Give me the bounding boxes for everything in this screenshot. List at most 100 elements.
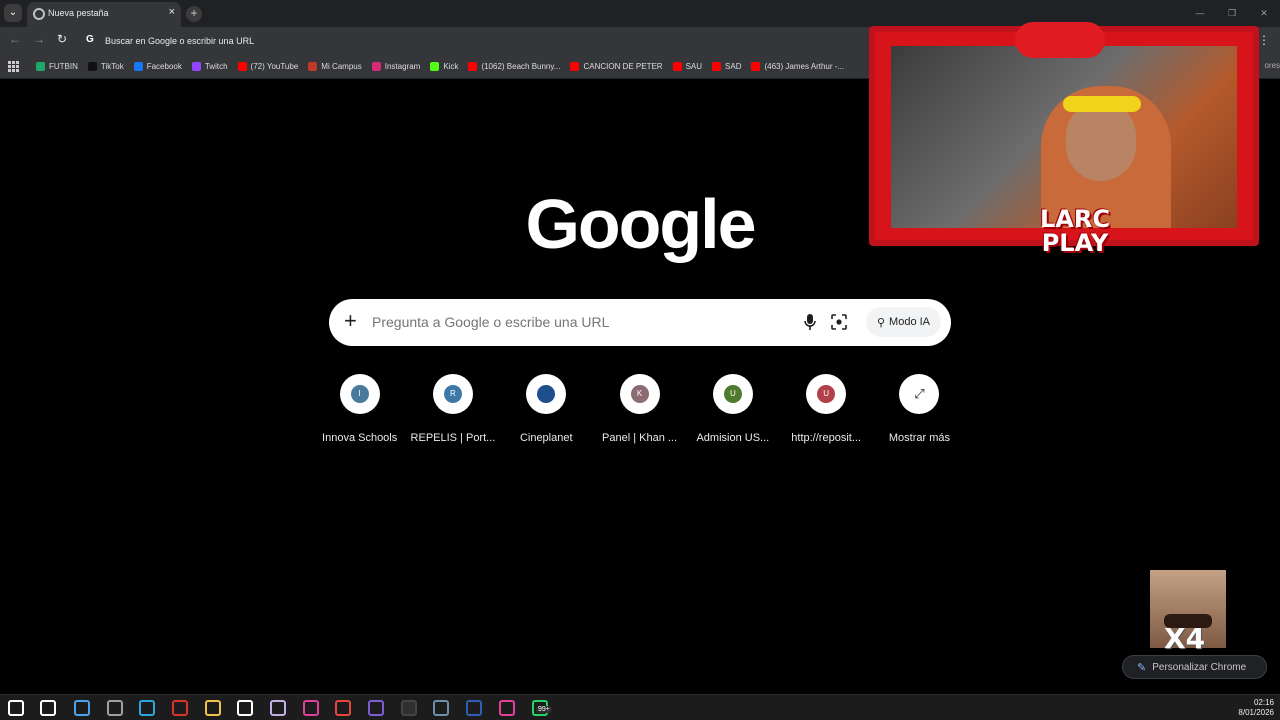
edge-icon[interactable]: [139, 700, 155, 716]
ai-mode-label: Modo IA: [889, 316, 931, 328]
search-input[interactable]: [372, 311, 792, 333]
bookmark-favicon-icon: [237, 62, 247, 71]
shortcut-favicon-icon: ⤢: [914, 386, 925, 401]
meme-overlay: X4: [1150, 570, 1226, 655]
minimize-icon[interactable]: —: [1184, 0, 1216, 27]
calculator-icon[interactable]: [433, 700, 449, 716]
omnibox[interactable]: Buscar en Google o escribir una URL: [105, 36, 254, 46]
customize-chrome-button[interactable]: ✎ Personalizar Chrome: [1122, 655, 1267, 679]
shortcut-tile[interactable]: ⤢ Mostrar más: [873, 372, 966, 444]
bookmark-list: FUTBIN TikTok Facebook Twitch (72) YouTube Mi…: [36, 62, 854, 71]
tab-title: Nueva pestaña: [48, 8, 109, 18]
shortcut-icon-circle: U: [806, 374, 847, 414]
bookmark-item[interactable]: SAD: [712, 62, 741, 71]
discord-icon[interactable]: [368, 700, 384, 716]
screen: ⌄ Nueva pestaña × + — ❐ ✕ ← → ↻ G Buscar…: [0, 0, 1280, 720]
tab-new-tab[interactable]: Nueva pestaña ×: [27, 2, 181, 27]
file-explorer-icon[interactable]: [205, 700, 221, 716]
tab-search-button[interactable]: ⌄: [4, 4, 22, 22]
bookmark-label: CANCION DE PETER: [583, 62, 663, 71]
bookmark-item[interactable]: CANCION DE PETER: [570, 62, 663, 71]
bookmark-item[interactable]: (72) YouTube: [237, 62, 298, 71]
bookmark-item[interactable]: Mi Campus: [308, 62, 362, 71]
shortcut-tile[interactable]: Cineplanet: [500, 372, 593, 444]
windows-start-icon[interactable]: [8, 700, 24, 716]
new-tab-button[interactable]: +: [186, 6, 202, 22]
word-icon[interactable]: [466, 700, 482, 716]
chrome-icon[interactable]: [335, 700, 351, 716]
clock[interactable]: 02:16 8/01/2026: [1238, 698, 1274, 718]
bookmark-label: Facebook: [146, 62, 182, 71]
shortcut-favicon-icon: [537, 385, 556, 403]
bookmark-favicon-icon: [430, 62, 440, 71]
microphone-icon[interactable]: [803, 314, 817, 330]
pink-app-icon[interactable]: [303, 700, 319, 716]
shortcut-tile[interactable]: U Admision US...: [686, 372, 779, 444]
pink-app-2-icon[interactable]: [499, 700, 515, 716]
close-window-icon[interactable]: ✕: [1248, 0, 1280, 27]
add-icon[interactable]: +: [344, 308, 357, 334]
pencil-icon: ✎: [1137, 661, 1147, 674]
christmas-bow-icon: [1015, 22, 1105, 58]
bookmark-item[interactable]: Instagram: [371, 62, 421, 71]
shortcut-tile[interactable]: Uhttp://reposit...: [779, 372, 872, 444]
search-box: + ⚲ Modo IA: [329, 299, 951, 346]
store-icon[interactable]: [74, 700, 90, 716]
bookmark-item[interactable]: TikTok: [87, 62, 124, 71]
shortcut-label: Mostrar más: [888, 432, 950, 444]
bookmark-item[interactable]: SAU: [672, 62, 703, 71]
back-icon[interactable]: ←: [9, 32, 21, 46]
webcam-overlay: LARC PLAY: [869, 22, 1259, 255]
clock-time: 02:16: [1253, 698, 1274, 707]
bookmark-favicon-icon: [87, 62, 97, 71]
window-controls: — ❐ ✕: [1184, 0, 1280, 27]
shortcut-tile[interactable]: I Innova Schools: [313, 372, 406, 444]
lens-icon[interactable]: [831, 314, 847, 330]
restore-icon[interactable]: ❐: [1216, 0, 1248, 27]
other-bookmarks[interactable]: ores: [1264, 61, 1280, 70]
reload-icon[interactable]: ↻: [57, 32, 67, 46]
bookmark-item[interactable]: (463) James Arthur -...: [751, 62, 844, 71]
shortcut-favicon-icon: U: [723, 385, 742, 403]
logitech-icon[interactable]: [237, 700, 253, 716]
shortcut-label: http://reposit...: [791, 432, 861, 444]
bookmark-favicon-icon: [371, 62, 381, 71]
shortcut-label: Admision US...: [696, 432, 770, 444]
close-tab-icon[interactable]: ×: [169, 6, 175, 18]
bookmark-favicon-icon: [570, 62, 580, 71]
app-icon[interactable]: [107, 700, 123, 716]
stream-logo: LARC PLAY: [1025, 207, 1125, 255]
red-app-icon[interactable]: [172, 700, 188, 716]
taskbar: 02:16 8/01/2026: [0, 694, 1280, 720]
bookmark-item[interactable]: FUTBIN: [36, 62, 78, 71]
bookmark-item[interactable]: Kick: [430, 62, 458, 71]
clock-date: 8/01/2026: [1238, 708, 1274, 717]
shortcut-favicon-icon: K: [630, 385, 649, 403]
bookmark-favicon-icon: [133, 62, 143, 71]
bookmark-label: SAU: [685, 62, 703, 71]
shortcut-tile[interactable]: K Panel | Khan ...: [593, 372, 686, 444]
shortcut-tile[interactable]: R REPELIS | Port...: [406, 372, 499, 444]
shortcut-favicon-icon: I: [350, 385, 369, 403]
bookmark-favicon-icon: [468, 62, 478, 71]
forward-icon[interactable]: →: [33, 32, 45, 46]
apps-grid-icon[interactable]: [8, 60, 20, 73]
shortcut-favicon-icon: R: [443, 385, 462, 403]
bookmark-item[interactable]: Facebook: [133, 62, 182, 71]
shortcut-icon-circle: ⤢: [899, 374, 940, 414]
bookmark-label: Instagram: [384, 62, 421, 71]
paint-icon[interactable]: [270, 700, 286, 716]
bookmark-label: Twitch: [204, 62, 228, 71]
ai-mode-button[interactable]: ⚲ Modo IA: [866, 307, 941, 337]
bookmark-label: FUTBIN: [49, 62, 78, 71]
bookmark-item[interactable]: (1062) Beach Bunny...: [468, 62, 560, 71]
bookmark-item[interactable]: Twitch: [191, 62, 228, 71]
search-icon[interactable]: [40, 700, 56, 716]
menu-icon[interactable]: ⋮: [1258, 33, 1270, 47]
shortcut-label: Innova Schools: [322, 432, 398, 444]
bookmark-favicon-icon: [191, 62, 201, 71]
bookmark-favicon-icon: [36, 62, 45, 71]
shortcut-icon-circle: [526, 374, 567, 414]
shortcut-icon-circle: U: [712, 374, 753, 414]
obs-icon[interactable]: [401, 700, 417, 716]
